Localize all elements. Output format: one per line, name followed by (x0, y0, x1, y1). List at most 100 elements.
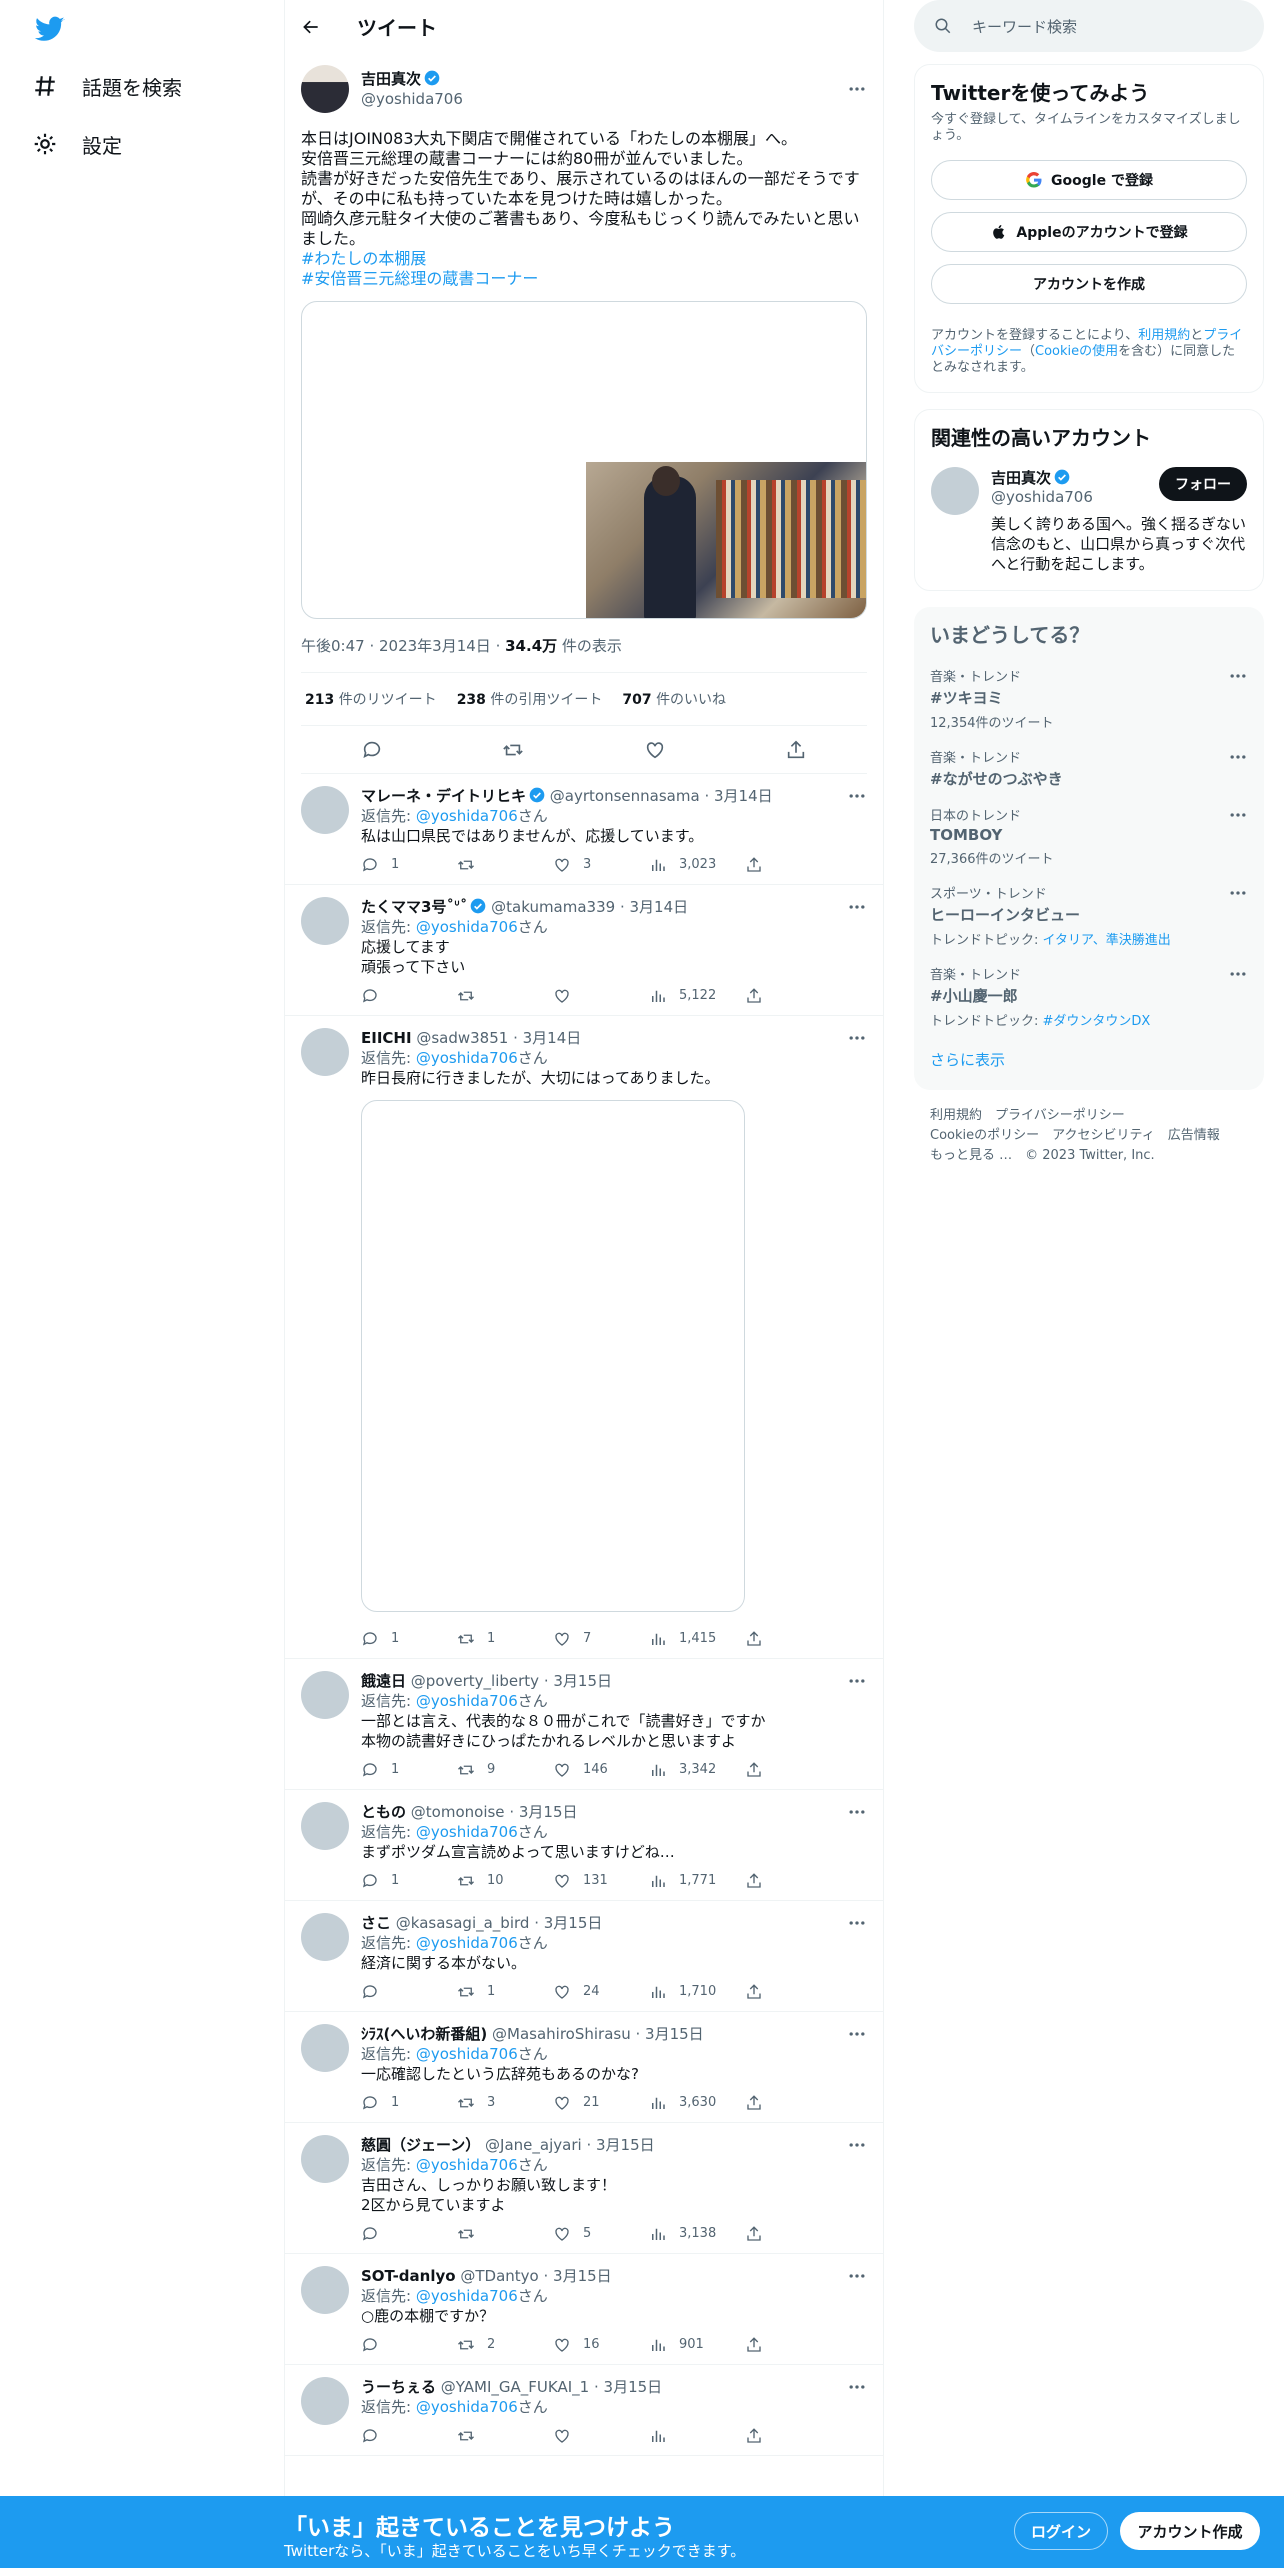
trend-topic-link[interactable]: イタリア、準決勝進出 (1043, 933, 1171, 948)
reply-author-handle[interactable]: @Jane_ajyari (485, 2136, 582, 2154)
more-icon[interactable] (847, 786, 867, 806)
search-input[interactable]: キーワード検索 (914, 0, 1264, 52)
share-button[interactable] (745, 2427, 775, 2445)
reply-author-handle[interactable]: @kasasagi_a_bird (396, 1914, 530, 1932)
reply-to-link[interactable]: @yoshida706 (416, 2398, 518, 2416)
like-button[interactable]: 3 (553, 855, 649, 875)
reply-author-handle[interactable]: @poverty_liberty (411, 1672, 539, 1690)
twitter-logo-icon[interactable] (33, 13, 65, 45)
reply-button[interactable] (361, 2427, 457, 2445)
share-button[interactable] (745, 2094, 775, 2112)
more-icon[interactable] (847, 2266, 867, 2286)
reply-to-link[interactable]: @yoshida706 (416, 807, 518, 825)
avatar[interactable] (301, 2135, 349, 2183)
more-icon[interactable] (1228, 747, 1248, 767)
views-button[interactable]: 1,415 (649, 1629, 745, 1649)
share-button[interactable] (745, 1983, 775, 2001)
views-button[interactable] (649, 2427, 745, 2445)
retweet-button[interactable]: 2 (457, 2335, 553, 2355)
reply-button[interactable]: 1 (361, 1760, 457, 1780)
cookie-link[interactable]: Cookieの使用 (1035, 344, 1118, 359)
reply-author-name[interactable]: さこ (361, 1914, 391, 1932)
reply-button[interactable]: 1 (361, 1629, 457, 1649)
avatar[interactable] (301, 897, 349, 945)
reply-button[interactable]: 1 (361, 855, 457, 875)
author-name[interactable]: 吉田真次 (361, 70, 421, 88)
more-icon[interactable] (1228, 666, 1248, 686)
avatar[interactable] (301, 1802, 349, 1850)
bookshelf-photo[interactable] (586, 462, 866, 618)
reply-date[interactable]: 3月15日 (596, 2136, 655, 2154)
author-handle[interactable]: @yoshida706 (361, 89, 847, 109)
views-button[interactable]: 1,771 (649, 1871, 745, 1891)
avatar[interactable] (301, 2024, 349, 2072)
reply-date[interactable]: 3月15日 (645, 2025, 704, 2043)
reply-button[interactable]: 1 (361, 1871, 457, 1891)
reply-tweet[interactable]: うーちぇる @YAMI_GA_FUKAI_1 · 3月15日 返信先: @yos… (285, 2365, 883, 2456)
avatar[interactable] (301, 2377, 349, 2425)
reply-tweet[interactable]: 餓遠日 @poverty_liberty · 3月15日 返信先: @yoshi… (285, 1659, 883, 1790)
apple-signup-button[interactable]: Appleのアカウントで登録 (931, 212, 1247, 252)
like-button[interactable]: 5 (553, 2224, 649, 2244)
share-button[interactable] (745, 1761, 775, 1779)
avatar[interactable] (301, 786, 349, 834)
views-button[interactable]: 5,122 (649, 986, 745, 1006)
tweet-media[interactable] (301, 301, 867, 619)
reply-to-link[interactable]: @yoshida706 (416, 2287, 518, 2305)
avatar[interactable] (301, 65, 349, 113)
login-button[interactable]: ログイン (1014, 2512, 1108, 2550)
share-icon[interactable] (785, 739, 807, 761)
like-button[interactable]: 24 (553, 1982, 649, 2002)
trend-item[interactable]: 日本のトレンド TOMBOY 27,366件のツイート (930, 793, 1248, 871)
views-button[interactable]: 3,138 (649, 2224, 745, 2244)
reply-to-link[interactable]: @yoshida706 (416, 1823, 518, 1841)
reply-author-name[interactable]: ともの (361, 1803, 406, 1821)
reply-author-name[interactable]: SOT-danlyo (361, 2267, 456, 2285)
more-icon[interactable] (1228, 964, 1248, 984)
retweet-button[interactable]: 1 (457, 1629, 553, 1649)
google-signup-button[interactable]: Google で登録 (931, 160, 1247, 200)
reply-author-name[interactable]: ｼﾗｽ(へいわ新番組) (361, 2025, 487, 2043)
reply-author-handle[interactable]: @TDantyo (460, 2267, 538, 2285)
signup-button[interactable]: アカウント作成 (1120, 2512, 1260, 2550)
reply-date[interactable]: 3月15日 (604, 2378, 663, 2396)
trend-topic-link[interactable]: #ダウンタウンDX (1043, 1014, 1151, 1029)
retweet-button[interactable] (457, 2427, 553, 2445)
reply-to-link[interactable]: @yoshida706 (416, 1934, 518, 1952)
retweet-button[interactable] (457, 856, 553, 874)
views-button[interactable]: 1,710 (649, 1982, 745, 2002)
create-account-button[interactable]: アカウントを作成 (931, 264, 1247, 304)
more-icon[interactable] (847, 1028, 867, 1048)
reply-tweet[interactable]: SOT-danlyo @TDantyo · 3月15日 返信先: @yoshid… (285, 2254, 883, 2365)
reply-to-link[interactable]: @yoshida706 (416, 2156, 518, 2174)
follow-button[interactable]: フォロー (1159, 467, 1247, 501)
trend-item[interactable]: 音楽・トレンド #小山慶一郎 トレンドトピック: #ダウンタウンDX (930, 952, 1248, 1033)
avatar[interactable] (301, 1671, 349, 1719)
more-icon[interactable] (847, 1671, 867, 1691)
like-icon[interactable] (644, 739, 666, 761)
show-more-link[interactable]: さらに表示 (930, 1033, 1248, 1078)
reply-to-link[interactable]: @yoshida706 (416, 1049, 518, 1067)
reply-button[interactable] (361, 1983, 457, 2001)
more-icon[interactable] (847, 2135, 867, 2155)
reply-tweet[interactable]: マレーネ・デイトリヒキ @ayrtonsennasama · 3月14日 返信先… (285, 774, 883, 885)
views-button[interactable]: 901 (649, 2335, 745, 2355)
terms-link[interactable]: 利用規約 (1138, 328, 1190, 343)
nav-explore[interactable]: 話題を検索 (32, 66, 182, 106)
reply-button[interactable] (361, 2336, 457, 2354)
reply-author-name[interactable]: EIICHI (361, 1029, 412, 1047)
reply-author-name[interactable]: 慈圓（ジェーン） (361, 2136, 480, 2154)
share-button[interactable] (745, 856, 775, 874)
more-icon[interactable] (847, 79, 867, 99)
more-icon[interactable] (847, 1802, 867, 1822)
reply-tweet[interactable]: 慈圓（ジェーン） @Jane_ajyari · 3月15日 返信先: @yosh… (285, 2123, 883, 2254)
reply-author-handle[interactable]: @takumama339 (491, 898, 615, 916)
back-arrow-icon[interactable] (301, 17, 321, 37)
more-icon[interactable] (847, 2377, 867, 2397)
like-button[interactable]: 16 (553, 2335, 649, 2355)
retweet-stat[interactable]: 213 件のリツイート (305, 689, 437, 709)
avatar[interactable] (931, 467, 979, 515)
more-icon[interactable] (1228, 805, 1248, 825)
reply-date[interactable]: 3月14日 (714, 787, 773, 805)
trend-item[interactable]: 音楽・トレンド #ツキヨミ 12,354件のツイート (930, 654, 1248, 735)
